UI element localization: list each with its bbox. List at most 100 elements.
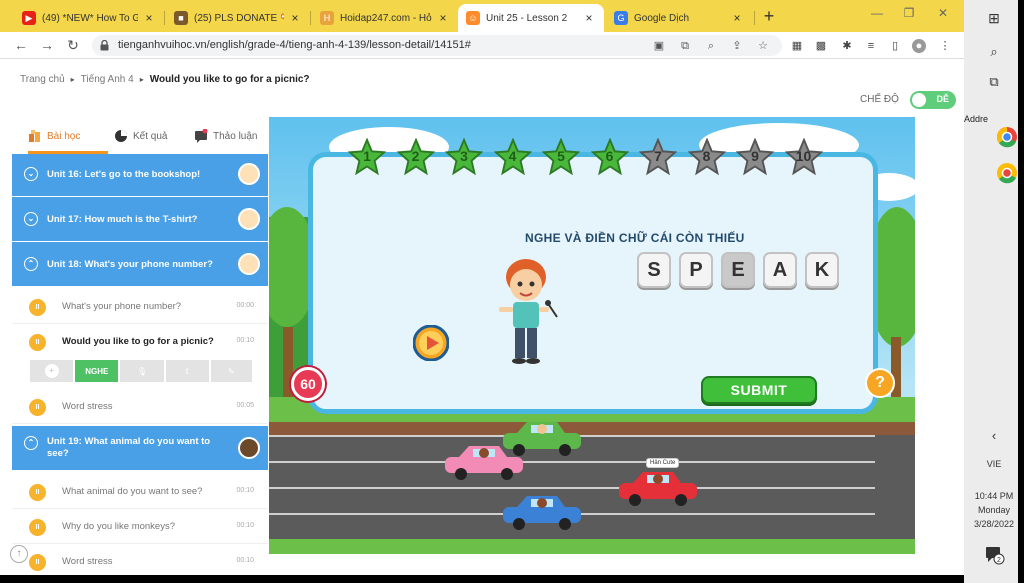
notification-icon[interactable]: 2: [985, 545, 1005, 565]
scroll-top-button[interactable]: ↑: [10, 545, 28, 563]
lesson-item[interactable]: II Why do you like monkeys? 00:10: [12, 510, 268, 544]
close-icon[interactable]: ×: [730, 11, 744, 25]
lesson-item[interactable]: II Word stress 00:10: [12, 545, 268, 579]
clock-day: Monday: [977, 505, 1011, 515]
close-window-icon[interactable]: ✕: [928, 6, 958, 20]
extension-icon[interactable]: ▩: [814, 39, 828, 53]
progress-star-6: 6: [590, 137, 629, 176]
mode-label: CHẾ ĐỘ: [860, 94, 899, 105]
lock-icon: [100, 40, 109, 51]
lesson-item[interactable]: II What's your phone number? 00:00: [12, 290, 268, 324]
browser-tab-unit25[interactable]: ☺ Unit 25 - Lesson 2 ×: [458, 4, 604, 32]
progress-star-8: 8: [687, 137, 726, 176]
unit-18[interactable]: ⌃ Unit 18: What's your phone number?: [12, 242, 268, 286]
books-icon: [29, 130, 40, 142]
browser-tab-youtube-1[interactable]: ▶ (49) *NEW* How To Ge ×: [14, 4, 164, 32]
close-icon[interactable]: ×: [436, 11, 450, 25]
chevron-left-icon[interactable]: ‹: [964, 428, 1024, 443]
breadcrumb-home[interactable]: Trang chủ: [20, 74, 65, 85]
system-clock[interactable]: 10:44 PM Monday 3/28/2022: [964, 489, 1024, 531]
breadcrumb-section[interactable]: Tiếng Anh 4: [81, 74, 134, 85]
letter-tile-missing[interactable]: E: [721, 252, 755, 288]
close-icon[interactable]: ×: [142, 11, 156, 25]
site-favicon-icon: ☺: [466, 11, 480, 25]
lesson-item-current[interactable]: II Would you like to go for a picnic? 00…: [12, 325, 268, 359]
progress-star-7: 7: [638, 137, 678, 176]
unit-title: Unit 19: What animal do you want to see?: [47, 436, 211, 459]
difficulty-toggle[interactable]: DỄ: [910, 91, 956, 109]
unit-19[interactable]: ⌃ Unit 19: What animal do you want to se…: [12, 426, 268, 470]
unit-17[interactable]: ⌄ Unit 17: How much is the T-shirt?: [12, 197, 268, 241]
language-indicator[interactable]: VIE: [964, 459, 1024, 469]
tab-lessons[interactable]: Bài học: [28, 118, 80, 154]
lesson-item[interactable]: II Word stress 00:05: [12, 390, 268, 424]
back-icon[interactable]: ←: [12, 36, 30, 54]
game-area: Hân Cute NGHE VÀ ĐIỀN CHỮ CÁI CÒN THIẾU …: [269, 117, 915, 554]
unit-title: Unit 18: What's your phone number?: [47, 259, 213, 270]
pencil-icon[interactable]: ✎: [210, 360, 252, 382]
listen-button[interactable]: NGHE: [75, 360, 119, 382]
chrome-icon[interactable]: [996, 126, 1018, 148]
letter-tile[interactable]: K: [805, 252, 839, 288]
share-icon[interactable]: ⇪: [730, 39, 744, 53]
new-tab-button[interactable]: +: [760, 6, 778, 26]
play-pause-icon: II: [29, 299, 46, 316]
browser-tab-bar: ▶ (49) *NEW* How To Ge × ■ (25) PLS DONA…: [0, 0, 964, 32]
restore-icon[interactable]: ❐: [894, 6, 924, 20]
hoidap-icon: H: [320, 11, 334, 25]
menu-dots-icon[interactable]: ⋮: [938, 39, 952, 53]
microphone-icon[interactable]: 🎙: [120, 360, 164, 382]
tab-results[interactable]: Kết quả: [114, 118, 167, 154]
close-icon[interactable]: ×: [582, 11, 596, 25]
zoom-icon[interactable]: ⌕: [704, 39, 718, 53]
blue-car: [503, 496, 581, 530]
address-bar[interactable]: tienganhvuihoc.vn/english/grade-4/tieng-…: [92, 35, 782, 56]
windows-start-icon[interactable]: ⊞: [964, 10, 1024, 27]
profile-avatar-icon[interactable]: ●: [912, 39, 926, 53]
letter-tile[interactable]: S: [637, 252, 671, 288]
tab-title: (49) *NEW* How To Ge: [42, 12, 138, 24]
chrome-profile-icon[interactable]: [996, 162, 1018, 184]
puzzle-icon[interactable]: ✱: [840, 39, 854, 53]
media-icon[interactable]: ≡: [864, 39, 878, 53]
lesson-sidebar: ⌄ Unit 16: Let's go to the bookshop! ⌄ U…: [12, 154, 268, 579]
lesson-title: What animal do you want to see?: [62, 486, 203, 497]
help-button[interactable]: ?: [865, 368, 895, 398]
red-car: [619, 472, 697, 506]
submit-button[interactable]: SUBMIT: [701, 376, 817, 404]
upload-icon[interactable]: ⇧: [165, 360, 209, 382]
letter-tile[interactable]: P: [679, 252, 713, 288]
lane-line: [269, 461, 875, 463]
translate-icon[interactable]: ⧉: [678, 39, 692, 53]
lesson-item[interactable]: II What animal do you want to see? 00:10: [12, 475, 268, 509]
browser-tab-google-translate[interactable]: G Google Dịch ×: [606, 4, 752, 32]
reload-icon[interactable]: ↻: [64, 36, 82, 54]
extension-icon[interactable]: ▦: [790, 39, 804, 53]
boy-singer-character: [499, 259, 558, 364]
add-button[interactable]: +: [30, 360, 74, 382]
browser-tab-hoidap247[interactable]: H Hoidap247.com - Hỏi ×: [312, 4, 458, 32]
instruction-text: NGHE VÀ ĐIỀN CHỮ CÁI CÒN THIẾU: [525, 231, 745, 245]
letter-tile[interactable]: A: [763, 252, 797, 288]
search-icon[interactable]: ⌕: [964, 44, 1024, 60]
tab-title: (25) PLS DONATE 🍄 [: [194, 12, 284, 24]
tab-label: Thảo luận: [213, 130, 258, 142]
lesson-duration: 00:10: [236, 557, 254, 564]
unit-16[interactable]: ⌄ Unit 16: Let's go to the bookshop!: [12, 154, 268, 196]
avatar: [238, 208, 260, 230]
forward-icon[interactable]: →: [38, 36, 56, 54]
lesson-duration: 00:00: [236, 302, 254, 309]
progress-star-9: 9: [735, 137, 775, 176]
camera-icon[interactable]: ▣: [652, 39, 666, 53]
progress-star-10: 10: [784, 137, 823, 176]
minimize-icon[interactable]: —: [862, 6, 892, 20]
tab-discussion[interactable]: Thảo luận: [194, 118, 257, 154]
browser-tab-pls-donate[interactable]: ■ (25) PLS DONATE 🍄 [ ×: [166, 4, 310, 32]
close-icon[interactable]: ×: [288, 11, 302, 25]
play-audio-button[interactable]: [413, 325, 449, 361]
breadcrumb-separator-icon: ▸: [139, 75, 144, 84]
sidepanel-icon[interactable]: ▯: [888, 39, 902, 53]
task-view-icon[interactable]: ⧉: [964, 74, 1024, 90]
lesson-duration: 00:10: [236, 487, 254, 494]
bookmark-star-icon[interactable]: ☆: [756, 39, 770, 53]
